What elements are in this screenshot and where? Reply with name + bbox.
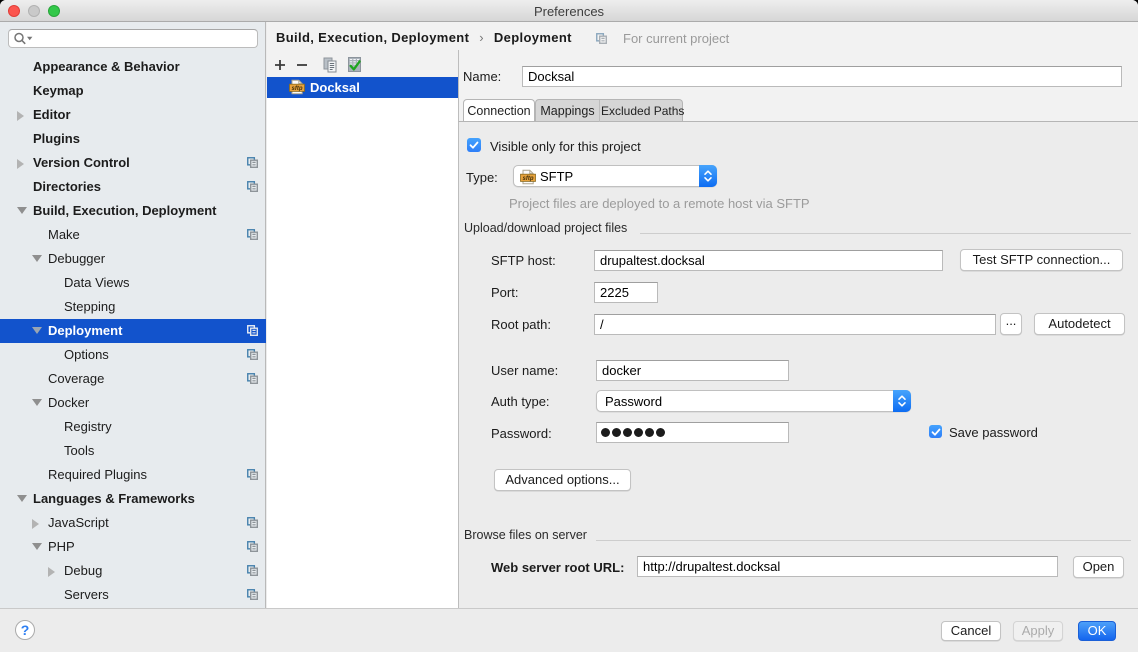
svg-text:sftp: sftp [523,176,534,182]
